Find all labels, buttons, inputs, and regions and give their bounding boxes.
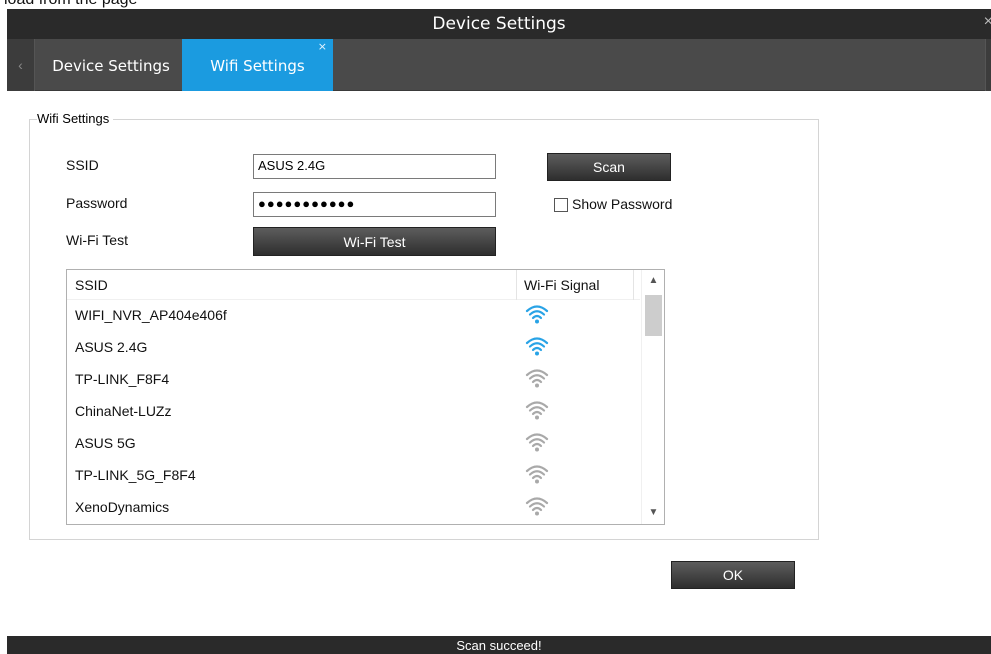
tab-close-icon[interactable]: × <box>318 41 327 53</box>
tab-label: Wifi Settings <box>210 57 305 75</box>
network-row[interactable]: WIFI_NVR_AP404e406f <box>67 300 640 332</box>
background-page-text: load from the page <box>4 0 137 9</box>
network-ssid: WIFI_NVR_AP404e406f <box>75 307 227 323</box>
wifi-icon <box>525 305 549 324</box>
network-ssid: ASUS 5G <box>75 435 136 451</box>
wifi-icon <box>525 497 549 516</box>
network-ssid: XenoDynamics <box>75 499 170 515</box>
network-row[interactable]: XenoDynamics <box>67 492 640 524</box>
password-input[interactable]: ●●●●●●●●●●● <box>253 192 496 217</box>
network-row[interactable]: ASUS 2.4G <box>67 332 640 364</box>
wifi-icon <box>525 401 549 420</box>
network-ssid: TP-LINK_5G_F8F4 <box>75 467 196 483</box>
wifi-icon <box>525 369 549 388</box>
wifi-settings-panel: Wifi Settings SSID ASUS 2.4G Scan Passwo… <box>7 92 991 636</box>
network-row[interactable]: TP-LINK_5G_F8F4 <box>67 460 640 492</box>
tab-scroll-right-button[interactable] <box>985 39 991 91</box>
chevron-left-icon: ‹ <box>18 57 23 73</box>
network-ssid: ASUS 2.4G <box>75 339 148 355</box>
network-ssid: TP-LINK_F8F4 <box>75 371 170 387</box>
wifi-icon <box>525 465 549 484</box>
show-password-checkbox[interactable] <box>554 198 568 212</box>
network-ssid: ChinaNet-LUZz <box>75 403 172 419</box>
network-list-scrollbar[interactable]: ▲ ▼ <box>641 270 664 524</box>
network-list[interactable]: SSID Wi-Fi Signal WIFI_NVR_AP404e406f ASU… <box>66 269 665 525</box>
scroll-up-icon[interactable]: ▲ <box>642 270 664 292</box>
wifi-test-label: Wi-Fi Test <box>66 232 128 248</box>
tab-bar: ‹ Device Settings Wifi Settings × <box>7 39 991 91</box>
network-row[interactable]: ASUS 5G <box>67 428 640 460</box>
ssid-input[interactable]: ASUS 2.4G <box>253 154 496 179</box>
network-list-header: SSID Wi-Fi Signal <box>67 270 640 300</box>
tab-device-settings[interactable]: Device Settings <box>40 39 182 91</box>
background-page-fragment: load from the page <box>0 0 991 9</box>
app-root: load from the page Device Settings × ‹ D… <box>0 0 991 654</box>
ssid-label: SSID <box>66 157 99 173</box>
network-row[interactable]: TP-LINK_F8F4 <box>67 364 640 396</box>
window-close-icon[interactable]: × <box>984 13 991 31</box>
tab-scroll-left-button[interactable]: ‹ <box>7 39 35 91</box>
column-header-signal[interactable]: Wi-Fi Signal <box>516 270 634 300</box>
network-row[interactable]: ChinaNet-LUZz <box>67 396 640 428</box>
wifi-icon <box>525 433 549 452</box>
scroll-thumb[interactable] <box>645 295 662 336</box>
wifi-test-button[interactable]: Wi-Fi Test <box>253 227 496 256</box>
group-title: Wifi Settings <box>37 111 114 126</box>
show-password-label[interactable]: Show Password <box>572 196 672 212</box>
scan-button[interactable]: Scan <box>547 153 671 181</box>
window-title: Device Settings <box>432 14 566 34</box>
wifi-icon <box>525 337 549 356</box>
window-titlebar: Device Settings × <box>7 9 991 39</box>
scroll-down-icon[interactable]: ▼ <box>642 502 664 524</box>
status-message: Scan succeed! <box>456 638 542 653</box>
tab-wifi-settings[interactable]: Wifi Settings × <box>182 39 333 91</box>
tab-label: Device Settings <box>52 57 170 75</box>
password-label: Password <box>66 195 128 211</box>
status-bar: Scan succeed! <box>7 636 991 654</box>
ok-button[interactable]: OK <box>671 561 795 589</box>
column-header-ssid[interactable]: SSID <box>75 277 108 293</box>
